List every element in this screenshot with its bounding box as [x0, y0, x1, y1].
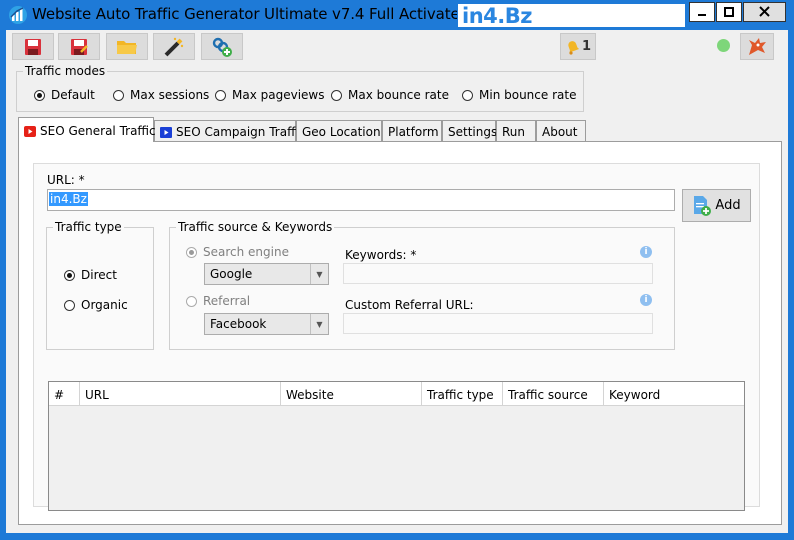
traffic-modes-legend: Traffic modes: [25, 64, 106, 78]
referral-option[interactable]: Referral: [186, 294, 250, 308]
custom-referral-label: Custom Referral URL:: [345, 298, 474, 312]
tab-settings[interactable]: Settings: [442, 120, 497, 141]
chevron-down-icon: ▼: [310, 264, 328, 284]
mode-max-pageviews[interactable]: Max pageviews: [215, 88, 324, 102]
wizard-button[interactable]: [153, 33, 195, 60]
add-button[interactable]: Add: [682, 189, 751, 222]
custom-referral-info-icon[interactable]: i: [640, 294, 652, 306]
column-header-traffic-type[interactable]: Traffic type: [422, 382, 503, 406]
client-area: 1 Traffic modes Default Max sessions Max…: [6, 30, 788, 533]
window-title: Website Auto Traffic Generator Ultimate …: [32, 5, 509, 23]
search-engine-select[interactable]: Google ▼: [204, 263, 329, 285]
mode-max-sessions[interactable]: Max sessions: [113, 88, 209, 102]
tab-page-seo-general: URL: * in4.Bz Add Traffic type Dir: [18, 141, 782, 525]
mode-max-bounce-rate[interactable]: Max bounce rate: [331, 88, 449, 102]
status-indicator: [717, 39, 730, 52]
tab-geo-location[interactable]: Geo Location: [296, 120, 382, 141]
save-as-icon: [71, 38, 88, 55]
notification-count: 1: [581, 39, 592, 54]
referral-select[interactable]: Facebook ▼: [204, 313, 329, 335]
keywords-input[interactable]: [343, 263, 653, 284]
radio-icon: [186, 296, 197, 307]
watermark-text: in4.Bz: [462, 4, 532, 28]
radio-icon: [215, 90, 226, 101]
open-folder-icon: [117, 40, 137, 54]
save-icon: [25, 38, 41, 55]
radio-icon: [331, 90, 342, 101]
tab-run[interactable]: Run: [496, 120, 536, 141]
keywords-info-icon[interactable]: i: [640, 246, 652, 258]
tab-platform[interactable]: Platform: [382, 120, 442, 141]
traffic-type-direct[interactable]: Direct: [64, 268, 117, 282]
column-header-website[interactable]: Website: [281, 382, 422, 406]
traffic-table[interactable]: # URL Website Traffic type Traffic sourc…: [48, 381, 745, 511]
column-header-traffic-source[interactable]: Traffic source: [503, 382, 604, 406]
maximize-button[interactable]: [716, 2, 742, 22]
dragon-logo-icon: [749, 37, 766, 55]
minimize-button[interactable]: [689, 2, 715, 22]
custom-referral-input[interactable]: [343, 313, 653, 334]
magic-wand-icon: [164, 37, 184, 56]
radio-selected-icon: [64, 270, 75, 281]
close-button[interactable]: [743, 2, 786, 22]
search-engine-option[interactable]: Search engine: [186, 245, 289, 259]
seo-general-panel: URL: * in4.Bz Add Traffic type Dir: [33, 163, 760, 511]
link-add-icon: [212, 37, 232, 57]
minimize-icon: [698, 14, 706, 16]
profile-button[interactable]: [740, 33, 774, 60]
maximize-icon: [724, 7, 734, 17]
url-selection: in4.Bz: [49, 192, 88, 206]
add-document-icon: [694, 195, 712, 216]
traffic-type-legend: Traffic type: [55, 220, 122, 234]
keywords-label: Keywords: *: [345, 248, 417, 262]
table-header: # URL Website Traffic type Traffic sourc…: [49, 382, 744, 406]
notifications-button[interactable]: 1: [560, 33, 596, 60]
tab-seo-general-traffic[interactable]: SEO General Traffic: [18, 117, 156, 142]
open-button[interactable]: [106, 33, 148, 60]
toolbar: 1: [6, 30, 788, 64]
radio-selected-icon: [186, 247, 197, 258]
radio-icon: [113, 90, 124, 101]
title-bar[interactable]: Website Auto Traffic Generator Ultimate …: [0, 0, 794, 30]
url-input[interactable]: [47, 189, 675, 211]
add-link-button[interactable]: [201, 33, 243, 60]
mode-default[interactable]: Default: [34, 88, 95, 102]
traffic-type-organic[interactable]: Organic: [64, 298, 128, 312]
mode-min-bounce-rate[interactable]: Min bounce rate: [462, 88, 576, 102]
youtube-blue-icon: [160, 126, 172, 138]
youtube-red-icon: [24, 125, 36, 137]
column-header-url[interactable]: URL: [80, 382, 281, 406]
app-logo-icon: [8, 5, 28, 25]
chevron-down-icon: ▼: [310, 314, 328, 334]
traffic-source-legend: Traffic source & Keywords: [178, 220, 333, 234]
radio-icon: [462, 90, 473, 101]
radio-icon: [64, 300, 75, 311]
url-label: URL: *: [47, 173, 85, 187]
column-header-number[interactable]: #: [49, 382, 80, 406]
tab-seo-campaign-traffic[interactable]: SEO Campaign Traffic: [154, 120, 305, 141]
save-button[interactable]: [12, 33, 54, 60]
tab-about[interactable]: About: [536, 120, 586, 141]
traffic-type-group: Traffic type: [46, 220, 154, 350]
column-header-keyword[interactable]: Keyword: [604, 382, 744, 406]
bell-icon: [568, 40, 580, 55]
watermark-banner: in4.Bz: [457, 3, 686, 28]
save-as-button[interactable]: [58, 33, 100, 60]
radio-selected-icon: [34, 90, 45, 101]
close-icon: [759, 6, 770, 17]
app-window: Website Auto Traffic Generator Ultimate …: [0, 0, 794, 540]
